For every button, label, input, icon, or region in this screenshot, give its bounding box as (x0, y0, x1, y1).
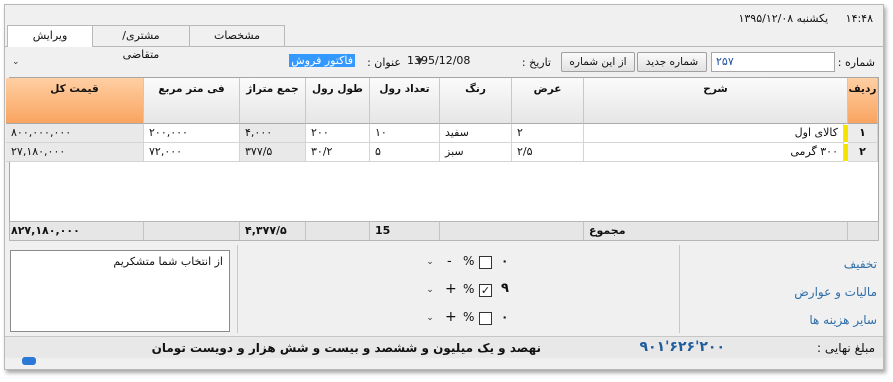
number-field[interactable]: ۲۵۷ (711, 52, 835, 72)
other-costs-sign[interactable]: + (445, 309, 457, 325)
row-1-total-price: ۸۰۰,۰۰۰,۰۰۰ (6, 124, 144, 143)
row-2-total-meter: ۳۷۷/۵ (240, 143, 306, 162)
notes-textarea[interactable]: از انتخاب شما متشکریم (10, 250, 230, 332)
form-row: شماره : ۲۵۷ شماره جدید از این شماره تاری… (9, 52, 879, 74)
discount-checkbox[interactable] (479, 256, 492, 269)
totals-label: مجموع (584, 222, 848, 240)
header-bar: ۱۴:۴۸ یکشنبه ۱۳۹۵/۱۲/۰۸ ویرایش مشتری/متق… (5, 5, 883, 61)
tax-label: مالیات و عوارض (794, 285, 877, 299)
other-costs-percent: % (463, 310, 475, 324)
row-2-width[interactable]: ۲/۵ (512, 143, 584, 162)
tab-specs[interactable]: مشخصات (189, 25, 285, 46)
row-1-roll-count[interactable]: ۱۰ (370, 124, 440, 143)
other-costs-value[interactable]: ۰ (501, 310, 508, 324)
row-2-roll-length[interactable]: ۳۰/۲ (306, 143, 370, 162)
row-2-total-price: ۲۷,۱۸۰,۰۰۰ (6, 143, 144, 162)
discount-chevron-down-icon[interactable]: ⌄ (423, 254, 437, 270)
row-2-description[interactable]: ۳۰۰ گرمی (584, 143, 844, 162)
col-header-total-meter[interactable]: جمع متراژ (240, 78, 306, 124)
row-1-width[interactable]: ۲ (512, 124, 584, 143)
divider (679, 245, 680, 333)
dropdown-chevron-down-icon[interactable]: ⌄ (12, 57, 20, 67)
discount-label: تخفیف (843, 257, 877, 271)
other-costs-control: ⌄ + % ۰ (423, 309, 519, 329)
title-value: فاکتور فروش (289, 54, 355, 67)
row-2-roll-count[interactable]: ۵ (370, 143, 440, 162)
number-label: شماره : (837, 56, 875, 69)
final-amount-label: مبلغ نهایی : (817, 341, 875, 355)
discount-value[interactable]: ۰ (501, 254, 508, 268)
row-1-description[interactable]: کالای اول (584, 124, 844, 143)
row-2-color[interactable]: سبز (440, 143, 512, 162)
tax-value[interactable]: ۹ (501, 281, 509, 296)
datetime-display: ۱۴:۴۸ یکشنبه ۱۳۹۵/۱۲/۰۸ (724, 12, 873, 25)
new-number-button[interactable]: شماره جدید (637, 52, 707, 72)
other-costs-label: سایر هزینه ها (809, 313, 877, 327)
row-2-marker (844, 144, 848, 161)
col-header-color[interactable]: رنگ (440, 78, 512, 124)
final-amount-value: ۹۰۱'۶۲۶'۲۰۰ (639, 339, 725, 355)
date-chevron-down-icon[interactable]: ▼ (416, 57, 423, 67)
col-header-roll-length[interactable]: طول رول (306, 78, 370, 124)
invoice-window: ۱۴:۴۸ یکشنبه ۱۳۹۵/۱۲/۰۸ ویرایش مشتری/متق… (4, 4, 884, 370)
tab-strip: ویرایش مشتری/متقاضی مشخصات (7, 25, 285, 61)
row-1-color[interactable]: سفید (440, 124, 512, 143)
row-1-total-meter: ۴,۰۰۰ (240, 124, 306, 143)
row-2-index[interactable]: ۲ (848, 143, 878, 162)
totals-row: مجموع 15 ۴,۳۷۷/۵ ۸۲۷,۱۸۰,۰۰۰ (9, 221, 879, 241)
row-1-index[interactable]: ۱ (848, 124, 878, 143)
row-1-marker (844, 125, 848, 142)
discount-percent: % (463, 254, 475, 268)
divider (237, 245, 238, 333)
col-header-width[interactable]: عرض (512, 78, 584, 124)
tab-divider (5, 46, 883, 47)
col-header-total-price[interactable]: قیمت کل (6, 78, 144, 124)
date-text: یکشنبه ۱۳۹۵/۱۲/۰۸ (738, 12, 829, 25)
final-amount-words: نهصد و یک میلیون و ششصد و بیست و شش هزار… (151, 341, 541, 355)
totals-total-price: ۸۲۷,۱۸۰,۰۰۰ (6, 222, 144, 240)
date-label: تاریخ : (521, 56, 551, 69)
col-header-description[interactable]: شرح (584, 78, 848, 124)
row-2-unit-price[interactable]: ۷۲,۰۰۰ (144, 143, 240, 162)
tax-sign[interactable]: + (445, 281, 457, 297)
final-amount-row: مبلغ نهایی : ۹۰۱'۶۲۶'۲۰۰ نهصد و یک میلیو… (5, 336, 883, 358)
tax-checkbox[interactable]: ✓ (479, 284, 492, 297)
checkmark-icon: ✓ (480, 284, 491, 297)
items-grid: ردیف شرح عرض رنگ تعداد رول طول رول جمع م… (6, 77, 879, 225)
col-header-unit-price[interactable]: فی متر مربع (144, 78, 240, 124)
tax-control: ⌄ + % ✓ ۹ (423, 281, 519, 301)
discount-control: ⌄ - % ۰ (423, 253, 519, 273)
tax-percent: % (463, 282, 475, 296)
time-text: ۱۴:۴۸ (845, 12, 873, 25)
tab-customer[interactable]: مشتری/متقاضی (92, 25, 190, 61)
other-costs-chevron-down-icon[interactable]: ⌄ (423, 310, 437, 326)
status-indicator (22, 357, 36, 365)
totals-total-meter: ۴,۳۷۷/۵ (240, 222, 306, 240)
discount-sign[interactable]: - (447, 254, 452, 269)
title-label: عنوان : (367, 56, 401, 69)
row-1-roll-length[interactable]: ۲۰۰ (306, 124, 370, 143)
title-field[interactable]: فاکتور فروش (237, 52, 359, 72)
row-1-unit-price[interactable]: ۲۰۰,۰۰۰ (144, 124, 240, 143)
from-number-button[interactable]: از این شماره (561, 52, 635, 72)
totals-roll-count: 15 (370, 222, 440, 240)
col-header-roll-count[interactable]: تعداد رول (370, 78, 440, 124)
other-costs-checkbox[interactable] (479, 312, 492, 325)
tab-edit[interactable]: ویرایش (7, 25, 93, 47)
col-header-index[interactable]: ردیف (848, 78, 878, 124)
tax-chevron-down-icon[interactable]: ⌄ (423, 282, 437, 298)
